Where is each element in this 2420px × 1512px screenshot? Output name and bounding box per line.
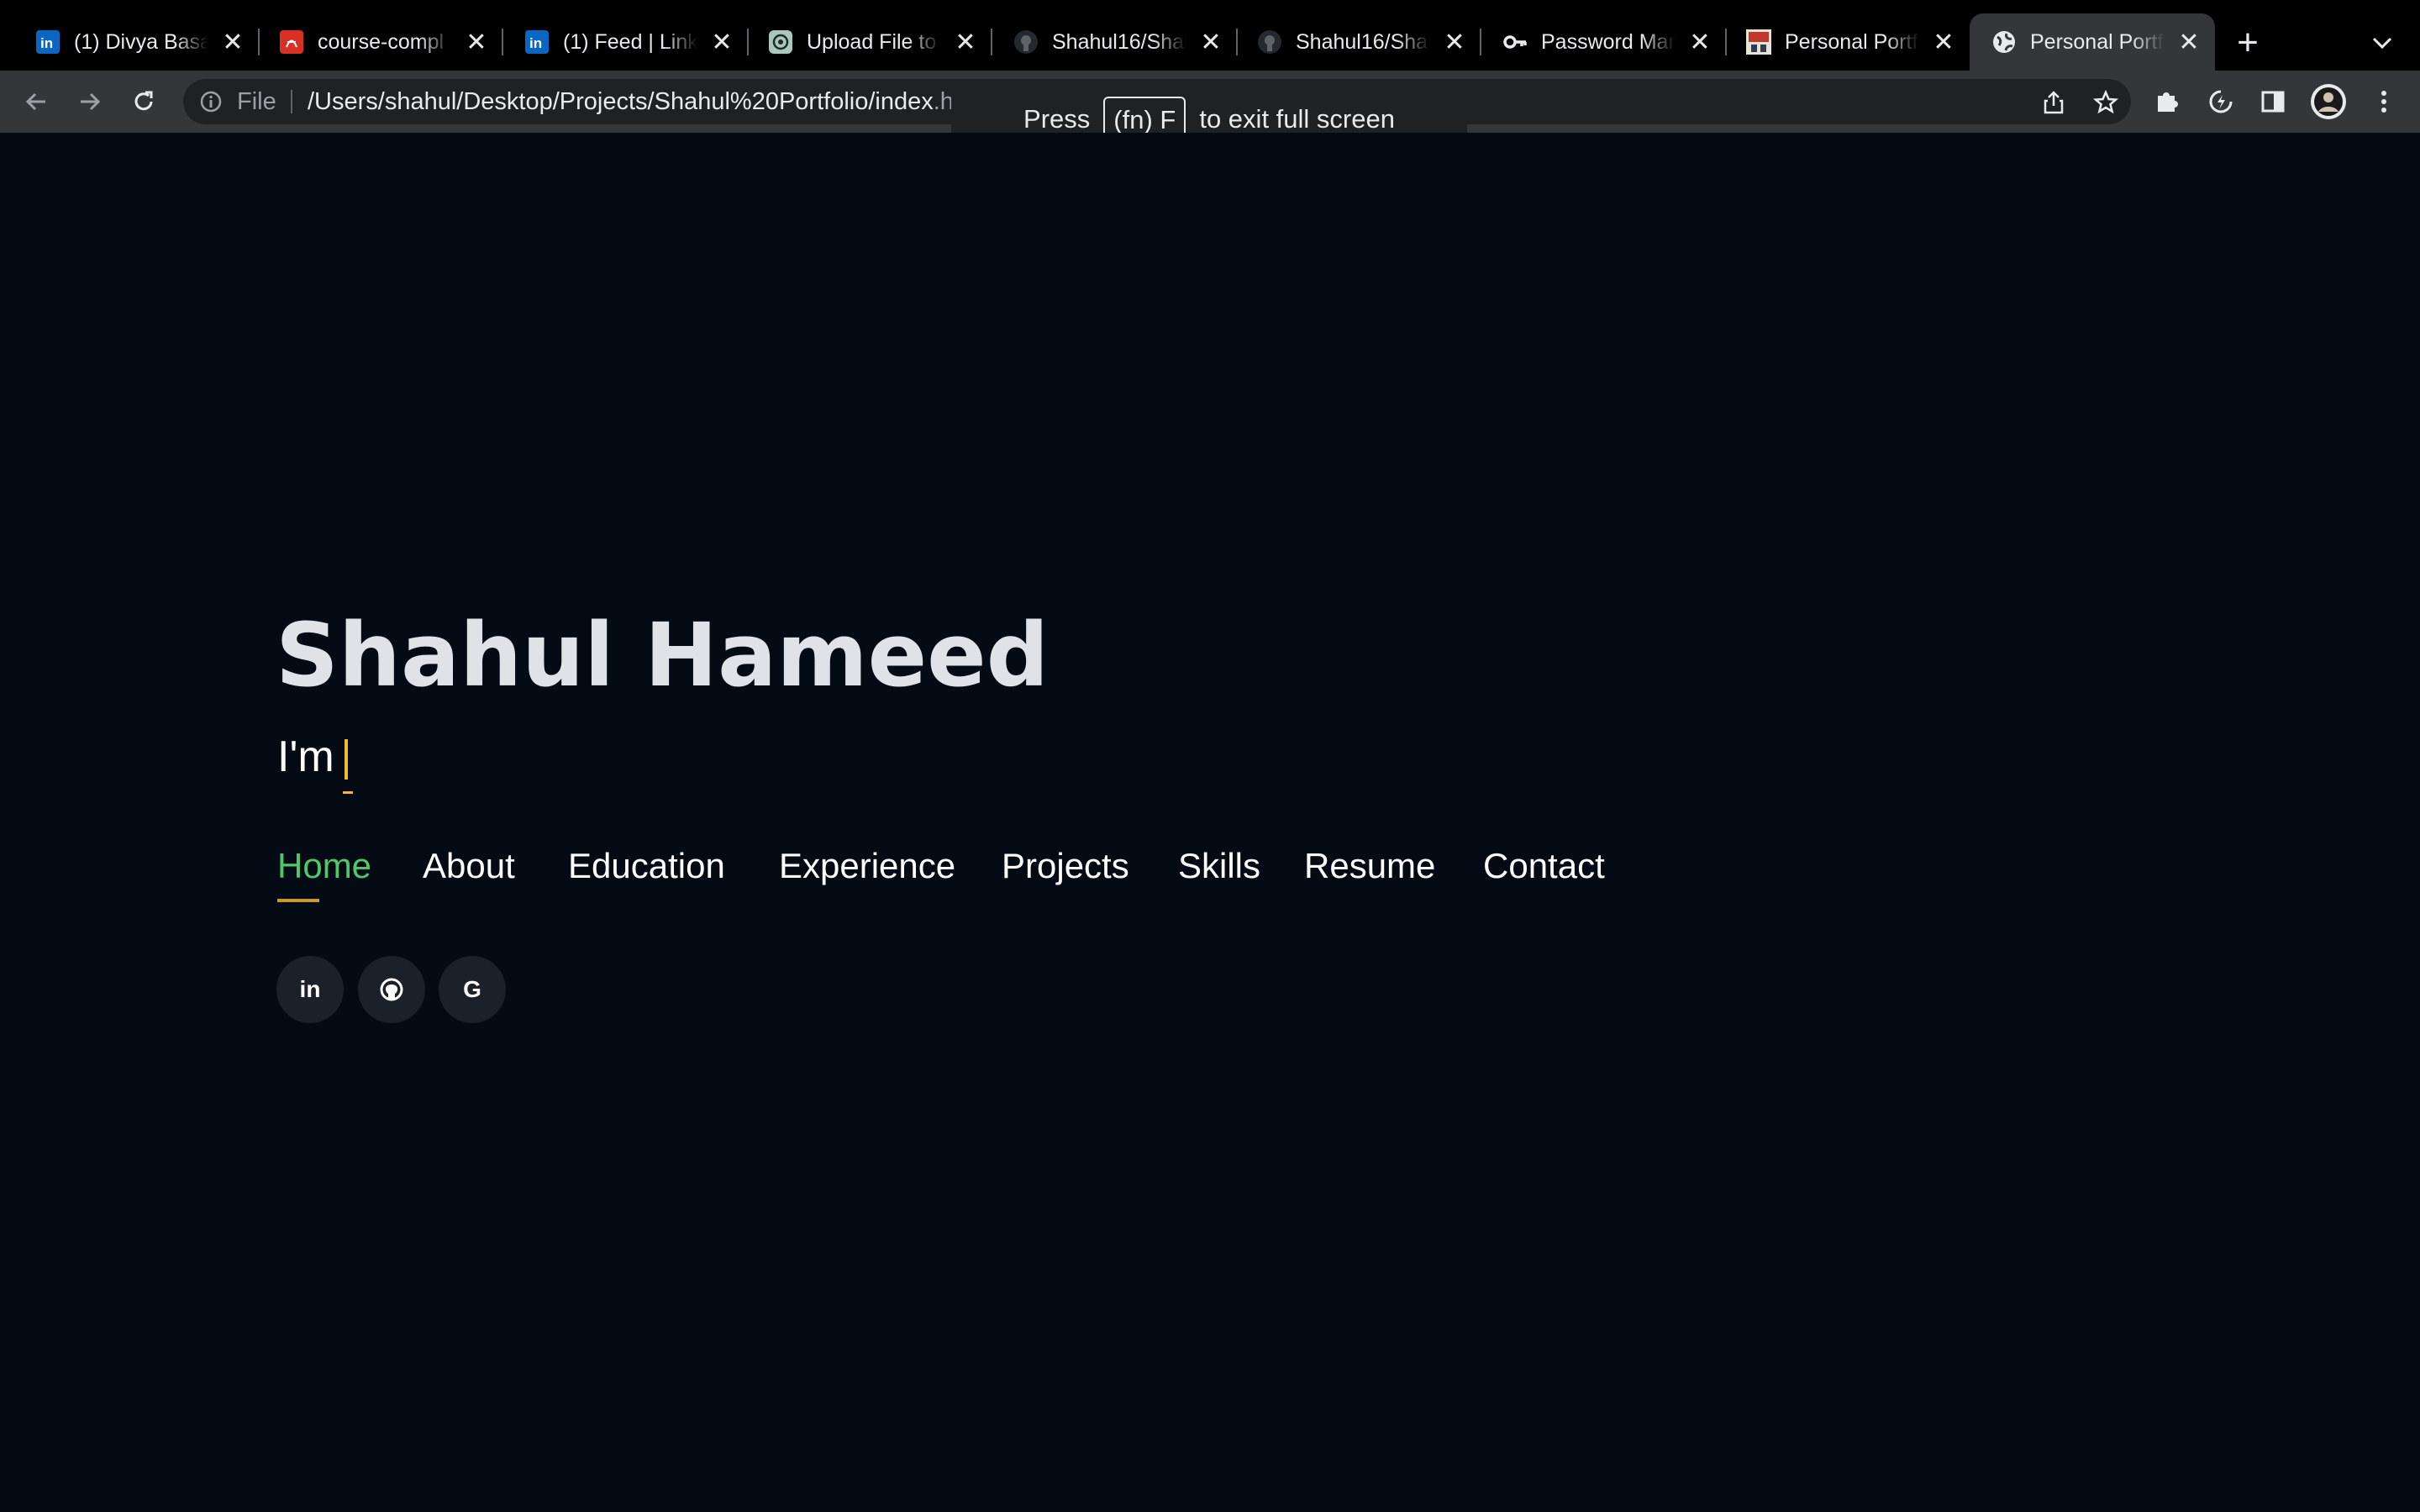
nav-education[interactable]: Education <box>568 845 725 887</box>
pdf-icon <box>279 29 304 55</box>
svg-text:in: in <box>40 35 53 51</box>
globe-icon <box>1991 29 2017 55</box>
close-icon[interactable]: ✕ <box>462 28 491 56</box>
tab-title: course-compl <box>318 30 445 54</box>
arrow-left-icon <box>25 92 45 111</box>
nav-about[interactable]: About <box>423 845 515 887</box>
tab-8[interactable]: Personal Portf ✕ <box>1711 13 1970 71</box>
google-icon: G <box>463 976 481 1002</box>
performance-icon[interactable] <box>2200 81 2242 123</box>
tab-title: Personal Portf <box>2030 30 2164 54</box>
more-vertical-icon[interactable] <box>2363 81 2405 123</box>
close-icon[interactable]: ✕ <box>708 28 736 56</box>
nav-skills[interactable]: Skills <box>1178 845 1260 887</box>
info-icon[interactable] <box>198 89 224 114</box>
nav-projects[interactable]: Projects <box>1002 845 1129 887</box>
nav-home[interactable]: Home <box>277 845 371 887</box>
tab-6[interactable]: Shahul16/Shal ✕ <box>1222 13 1481 71</box>
nav-active-underline <box>277 899 319 902</box>
url-main: /Users/shahul/Desktop/Projects/Shahul%20… <box>308 88 934 115</box>
linkedin-icon: in <box>35 29 60 55</box>
nav-contact[interactable]: Contact <box>1483 845 1605 887</box>
new-tab-button[interactable]: + <box>2225 20 2270 66</box>
url-text[interactable]: /Users/shahul/Desktop/Projects/Shahul%20… <box>308 79 986 124</box>
key-icon <box>1502 29 1528 55</box>
star-bookmark-icon[interactable] <box>2091 87 2121 118</box>
hero-name: Shahul Hameed <box>276 604 1050 706</box>
tab-5[interactable]: Shahul16/Shal ✕ <box>978 13 1238 71</box>
portfolio-page: Shahul Hameed I'm Home About Education E… <box>0 133 2420 1512</box>
arrow-right-icon <box>81 92 101 111</box>
typed-intro: I'm <box>277 732 334 781</box>
linkedin-icon: in <box>524 29 550 55</box>
tab-4[interactable]: Upload File to ✕ <box>733 13 992 71</box>
divider <box>291 90 292 113</box>
tab-title: Upload File to <box>807 30 937 54</box>
typed-cursor <box>345 739 348 780</box>
github-icon <box>1257 29 1282 55</box>
tab-1[interactable]: in (1) Divya Basa ✕ <box>0 13 260 71</box>
reload-icon <box>134 91 153 111</box>
back-button[interactable] <box>15 81 57 123</box>
nav-experience[interactable]: Experience <box>779 845 955 887</box>
tab-title: Password Man <box>1541 30 1676 54</box>
tab-9-active[interactable]: Personal Portf ✕ <box>1970 13 2215 71</box>
profile-avatar[interactable] <box>2307 81 2349 123</box>
scheme-label: File <box>237 88 276 115</box>
github-icon <box>1013 29 1039 55</box>
reload-button[interactable] <box>123 81 165 123</box>
tab-title: Shahul16/Shal <box>1296 30 1430 54</box>
tab-7[interactable]: Password Man ✕ <box>1467 13 1727 71</box>
forward-button[interactable] <box>69 81 111 123</box>
extensions-puzzle-icon[interactable] <box>2146 81 2188 123</box>
close-icon[interactable]: ✕ <box>1929 28 1958 56</box>
close-icon[interactable]: ✕ <box>1197 28 1225 56</box>
linkedin-icon: in <box>299 976 321 1002</box>
chatgpt-icon <box>768 29 793 55</box>
nav-resume[interactable]: Resume <box>1304 845 1435 887</box>
share-icon[interactable] <box>2039 87 2069 118</box>
svg-text:in: in <box>529 35 542 51</box>
tab-title: Personal Portf <box>1785 30 1918 54</box>
tab-title: Shahul16/Shal <box>1052 30 1186 54</box>
github-social-button[interactable] <box>358 956 425 1023</box>
tab-search-chevron-icon[interactable] <box>2363 24 2402 62</box>
tab-2[interactable]: course-compl ✕ <box>244 13 503 71</box>
tab-strip: in (1) Divya Basa ✕ course-compl ✕ in (1… <box>0 0 2420 71</box>
close-icon[interactable]: ✕ <box>218 28 247 56</box>
typed-underline <box>343 791 353 794</box>
tab-title: (1) Divya Basa <box>74 30 208 54</box>
tab-title: (1) Feed | Linke <box>563 30 697 54</box>
close-icon[interactable]: ✕ <box>951 28 980 56</box>
toast-press-text: Press <box>1023 104 1091 134</box>
github-icon <box>380 978 403 1001</box>
close-icon[interactable]: ✕ <box>1686 28 1714 56</box>
side-panel-icon[interactable] <box>2252 81 2294 123</box>
linkedin-social-button[interactable]: in <box>276 956 344 1023</box>
close-icon[interactable]: ✕ <box>2175 28 2203 56</box>
portfolio-favicon-icon <box>1746 29 1771 55</box>
close-icon[interactable]: ✕ <box>1440 28 1469 56</box>
toast-rest-text: to exit full screen <box>1199 104 1395 134</box>
google-social-button[interactable]: G <box>439 956 506 1023</box>
tab-3[interactable]: in (1) Feed | Linke ✕ <box>489 13 749 71</box>
